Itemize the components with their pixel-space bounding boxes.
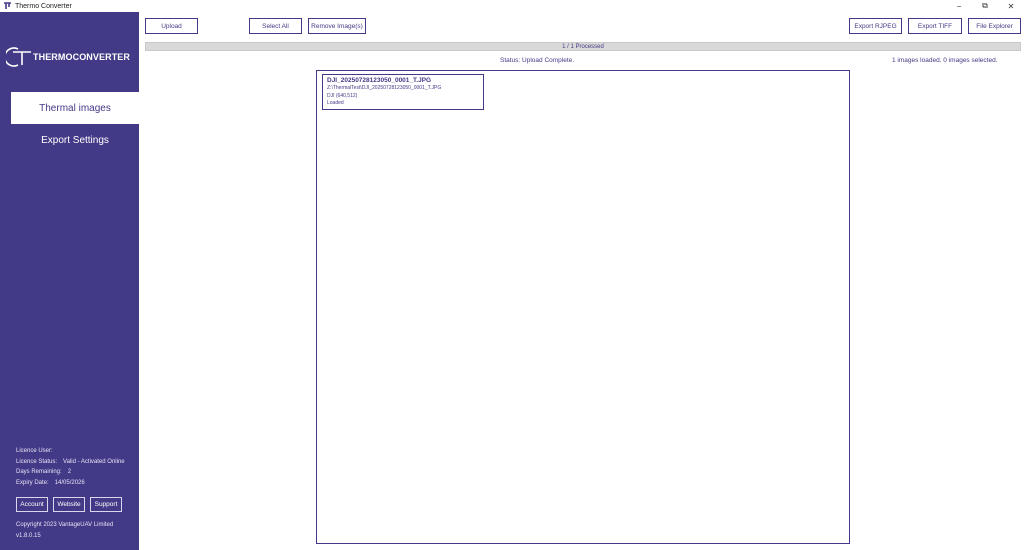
days-remaining: Days Remaining: 2 <box>16 469 72 476</box>
restore-button[interactable]: ⧉ <box>972 0 998 12</box>
version-text: v1.8.0.15 <box>16 533 41 539</box>
sidebar-buttons: Account Website Support <box>16 497 122 512</box>
image-path: Z:\ThermalTest\DJI_20250728123050_0001_T… <box>327 85 442 91</box>
file-explorer-button[interactable]: File Explorer <box>968 18 1021 34</box>
upload-button[interactable]: Upload <box>145 18 198 34</box>
thermoconverter-logo-icon <box>6 47 31 67</box>
window-title: Thermo Converter <box>15 2 72 10</box>
license-status: Licence Status: Valid - Activated Online <box>16 458 125 465</box>
expiry-date: Expiry Date: 14/05/2026 <box>16 480 85 487</box>
logo-text: THERMOCONVERTER <box>33 52 131 62</box>
nav-thermal-images[interactable]: Thermal images <box>11 92 139 124</box>
export-rjpeg-button[interactable]: Export RJPEG <box>849 18 902 34</box>
nav-thermal-images-label: Thermal images <box>39 102 111 114</box>
sidebar: THERMOCONVERTER Thermal images Export Se… <box>0 12 139 550</box>
copyright-info: Copyright 2023 VantageUAV Limited v1.8.0… <box>16 520 113 542</box>
nav-export-settings[interactable]: Export Settings <box>11 124 139 156</box>
license-info: Licence User: Licence Status: Valid - Act… <box>16 446 125 489</box>
copyright-text: Copyright 2023 VantageUAV Limited <box>16 522 114 528</box>
processing-progress-bar: 1 / 1 Processed <box>145 42 1021 51</box>
app-logo-icon <box>2 1 12 11</box>
image-state: Loaded <box>327 100 344 106</box>
app-logo: THERMOCONVERTER <box>6 44 136 70</box>
close-button[interactable]: ✕ <box>998 0 1024 12</box>
select-all-button[interactable]: Select All <box>249 18 302 34</box>
image-filename: DJI_20250728123050_0001_T.JPG <box>327 77 432 84</box>
minimize-button[interactable]: − <box>946 0 972 12</box>
image-list-panel: DJI_20250728123050_0001_T.JPG Z:\Thermal… <box>316 70 850 544</box>
image-counts: 1 images loaded. 0 images selected. <box>892 57 998 64</box>
export-tiff-button[interactable]: Export TIFF <box>908 18 962 34</box>
account-button[interactable]: Account <box>16 497 48 512</box>
window-controls: − ⧉ ✕ <box>946 0 1024 12</box>
website-button[interactable]: Website <box>53 497 85 512</box>
progress-label: 1 / 1 Processed <box>562 43 604 50</box>
support-button[interactable]: Support <box>90 497 122 512</box>
image-info: DJI (640,512) <box>327 92 358 99</box>
nav-export-settings-label: Export Settings <box>41 134 109 146</box>
license-user: Licence User: <box>16 448 53 454</box>
status-message: Status: Upload Complete. <box>500 57 575 64</box>
image-card[interactable]: DJI_20250728123050_0001_T.JPG Z:\Thermal… <box>322 74 484 110</box>
remove-images-button[interactable]: Remove Image(s) <box>308 18 366 34</box>
window-titlebar: Thermo Converter − ⧉ ✕ <box>0 0 1024 12</box>
